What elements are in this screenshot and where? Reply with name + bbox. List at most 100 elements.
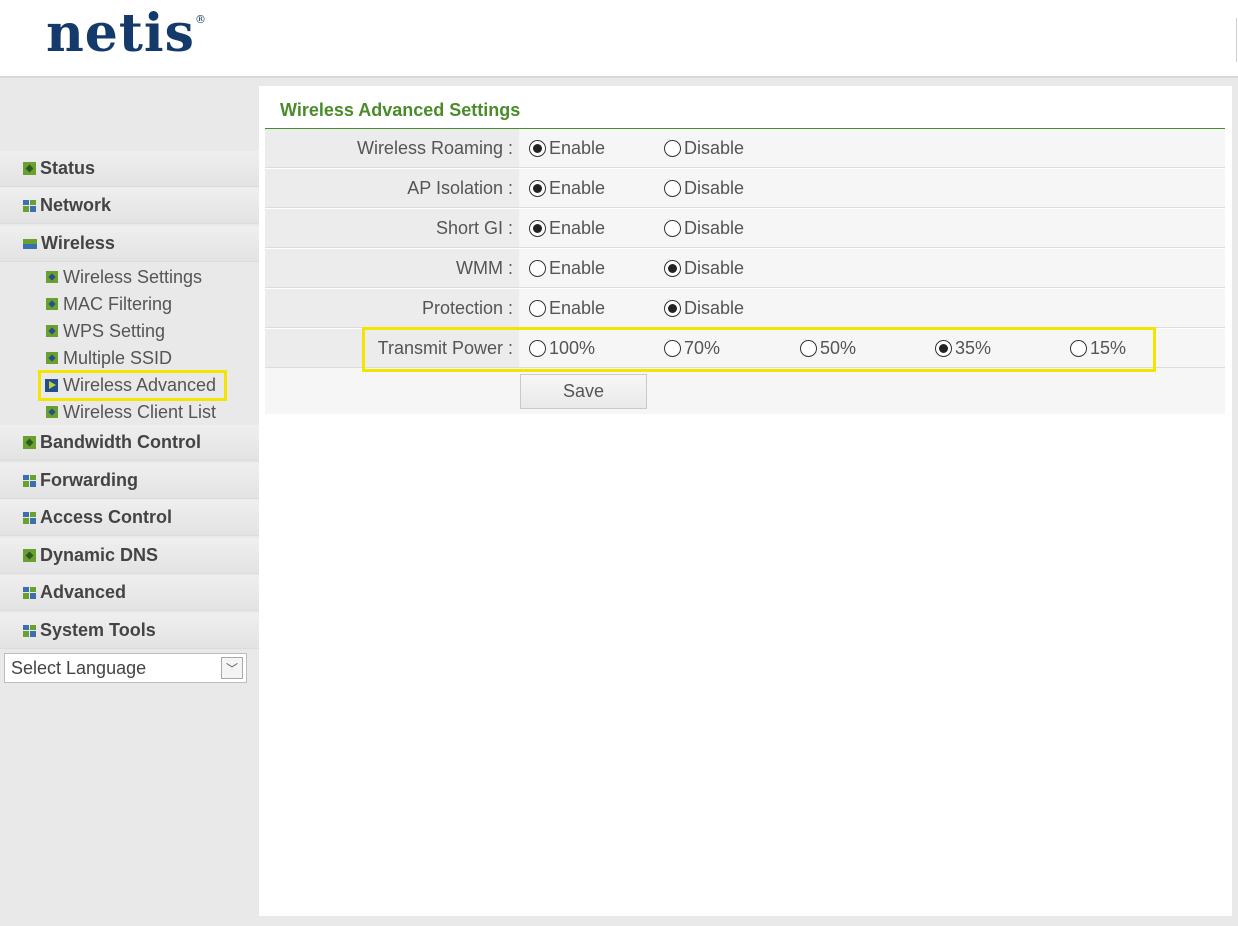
- radio-transmit-power-15[interactable]: 15%: [1070, 329, 1126, 367]
- radio-unchecked-icon[interactable]: [800, 339, 817, 357]
- sidebar-subitem-wireless-settings[interactable]: Wireless Settings: [40, 265, 208, 289]
- sidebar-item-label: Status: [40, 158, 96, 178]
- header-bar: netis®: [0, 0, 1238, 78]
- sidebar-subitem-wps-setting[interactable]: WPS Setting: [40, 319, 171, 343]
- radio-transmit-power-100[interactable]: 100%: [529, 329, 595, 367]
- sidebar-item-label: Network: [40, 195, 112, 215]
- play-icon: [45, 379, 58, 392]
- sidebar-item-bandwidth-control[interactable]: Bandwidth Control: [0, 425, 259, 461]
- language-select[interactable]: Select Language ﹀: [4, 653, 247, 683]
- diamond-icon: [23, 162, 36, 175]
- radio-wmm-enable[interactable]: Enable: [529, 249, 605, 287]
- sidebar-subitem-label: WPS Setting: [63, 320, 166, 341]
- radio-transmit-power-70[interactable]: 70%: [664, 329, 720, 367]
- setting-field: 100% 70% 50% 35% 15%: [519, 329, 1225, 367]
- chevron-down-icon[interactable]: ﹀: [221, 657, 243, 679]
- radio-unchecked-icon[interactable]: [664, 219, 681, 237]
- sidebar-subitem-wireless-client-list[interactable]: Wireless Client List: [40, 400, 222, 424]
- setting-row-transmit-power: Transmit Power : 100% 70% 50% 35% 15%: [265, 329, 1225, 368]
- radio-label: Disable: [684, 137, 745, 158]
- radio-label: 100%: [549, 337, 596, 358]
- radio-checked-icon[interactable]: [529, 139, 546, 157]
- radio-label: Enable: [549, 297, 606, 318]
- setting-field: Enable Disable: [519, 169, 1225, 207]
- diamond-icon: [46, 271, 58, 283]
- radio-unchecked-icon[interactable]: [529, 339, 546, 357]
- grid-icon: [23, 474, 36, 487]
- radio-label: Enable: [549, 257, 606, 278]
- radio-wireless-roaming-enable[interactable]: Enable: [529, 129, 605, 167]
- sidebar-item-label: Forwarding: [40, 470, 138, 490]
- save-row: Save: [265, 368, 1225, 414]
- sidebar-subitem-label: Multiple SSID: [63, 347, 173, 368]
- radio-unchecked-icon[interactable]: [664, 179, 681, 197]
- sidebar-item-system-tools[interactable]: System Tools: [0, 613, 259, 649]
- radio-unchecked-icon[interactable]: [1070, 339, 1087, 357]
- radio-protection-enable[interactable]: Enable: [529, 289, 605, 327]
- setting-label: Wireless Roaming :: [265, 129, 519, 167]
- radio-ap-isolation-enable[interactable]: Enable: [529, 169, 605, 207]
- radio-transmit-power-50[interactable]: 50%: [800, 329, 856, 367]
- radio-label: 35%: [955, 337, 992, 358]
- radio-label: Disable: [684, 217, 745, 238]
- radio-wmm-disable[interactable]: Disable: [664, 249, 744, 287]
- sidebar-item-advanced[interactable]: Advanced: [0, 575, 259, 611]
- radio-unchecked-icon[interactable]: [664, 339, 681, 357]
- sidebar-subitem-wireless-advanced[interactable]: Wireless Advanced: [38, 370, 228, 401]
- grid-icon: [23, 624, 36, 637]
- setting-row-short-gi: Short GI : Enable Disable: [265, 209, 1225, 248]
- sidebar-item-access-control[interactable]: Access Control: [0, 500, 259, 536]
- grid-icon: [23, 511, 36, 524]
- setting-row-wireless-roaming: Wireless Roaming : Enable Disable: [265, 129, 1225, 168]
- sidebar-item-network[interactable]: Network: [0, 188, 259, 224]
- radio-label: Enable: [549, 177, 606, 198]
- save-button[interactable]: Save: [520, 374, 647, 409]
- sidebar-subitem-mac-filtering[interactable]: MAC Filtering: [40, 292, 178, 316]
- main-panel: Wireless Advanced Settings Wireless Roam…: [259, 86, 1232, 916]
- radio-checked-icon[interactable]: [664, 299, 681, 317]
- radio-label: 15%: [1090, 337, 1127, 358]
- logo-text: netis: [46, 3, 195, 64]
- radio-checked-icon[interactable]: [529, 179, 546, 197]
- sidebar-item-forwarding[interactable]: Forwarding: [0, 463, 259, 499]
- setting-field: Enable Disable: [519, 289, 1225, 327]
- setting-label: Protection :: [265, 289, 519, 327]
- diamond-icon: [46, 325, 58, 337]
- sidebar-subitem-label: Wireless Advanced: [63, 375, 217, 395]
- radio-ap-isolation-disable[interactable]: Disable: [664, 169, 744, 207]
- radio-wireless-roaming-disable[interactable]: Disable: [664, 129, 744, 167]
- radio-label: Disable: [684, 257, 745, 278]
- setting-field: Enable Disable: [519, 249, 1225, 287]
- sidebar-item-label: Access Control: [40, 507, 173, 527]
- radio-protection-disable[interactable]: Disable: [664, 289, 744, 327]
- setting-row-ap-isolation: AP Isolation : Enable Disable: [265, 169, 1225, 208]
- radio-checked-icon[interactable]: [664, 259, 681, 277]
- sidebar-item-wireless[interactable]: Wireless: [0, 226, 259, 262]
- radio-unchecked-icon[interactable]: [529, 259, 546, 277]
- radio-label: Enable: [549, 217, 606, 238]
- diamond-icon: [46, 298, 58, 310]
- setting-field: Enable Disable: [519, 129, 1225, 167]
- radio-label: 50%: [820, 337, 857, 358]
- grid-icon: [23, 199, 36, 212]
- setting-row-wmm: WMM : Enable Disable: [265, 249, 1225, 288]
- sidebar-item-label: System Tools: [40, 620, 156, 640]
- registered-mark: ®: [194, 13, 207, 26]
- radio-transmit-power-35[interactable]: 35%: [935, 329, 991, 367]
- radio-label: Enable: [549, 137, 606, 158]
- radio-checked-icon[interactable]: [529, 219, 546, 237]
- sidebar-item-status[interactable]: Status: [0, 151, 259, 187]
- radio-unchecked-icon[interactable]: [529, 299, 546, 317]
- sidebar-subitem-multiple-ssid[interactable]: Multiple SSID: [40, 346, 178, 370]
- netis-logo[interactable]: netis®: [46, 8, 207, 60]
- sidebar-item-dynamic-dns[interactable]: Dynamic DNS: [0, 538, 259, 574]
- radio-checked-icon[interactable]: [935, 339, 952, 357]
- radio-short-gi-disable[interactable]: Disable: [664, 209, 744, 247]
- grid-icon: [23, 586, 36, 599]
- radio-unchecked-icon[interactable]: [664, 139, 681, 157]
- language-select-value: Select Language: [11, 657, 147, 678]
- page-title: Wireless Advanced Settings: [280, 100, 521, 120]
- radio-label: Disable: [684, 177, 745, 198]
- radio-short-gi-enable[interactable]: Enable: [529, 209, 605, 247]
- sidebar: Status Network Wireless Wireless Setting…: [0, 80, 259, 926]
